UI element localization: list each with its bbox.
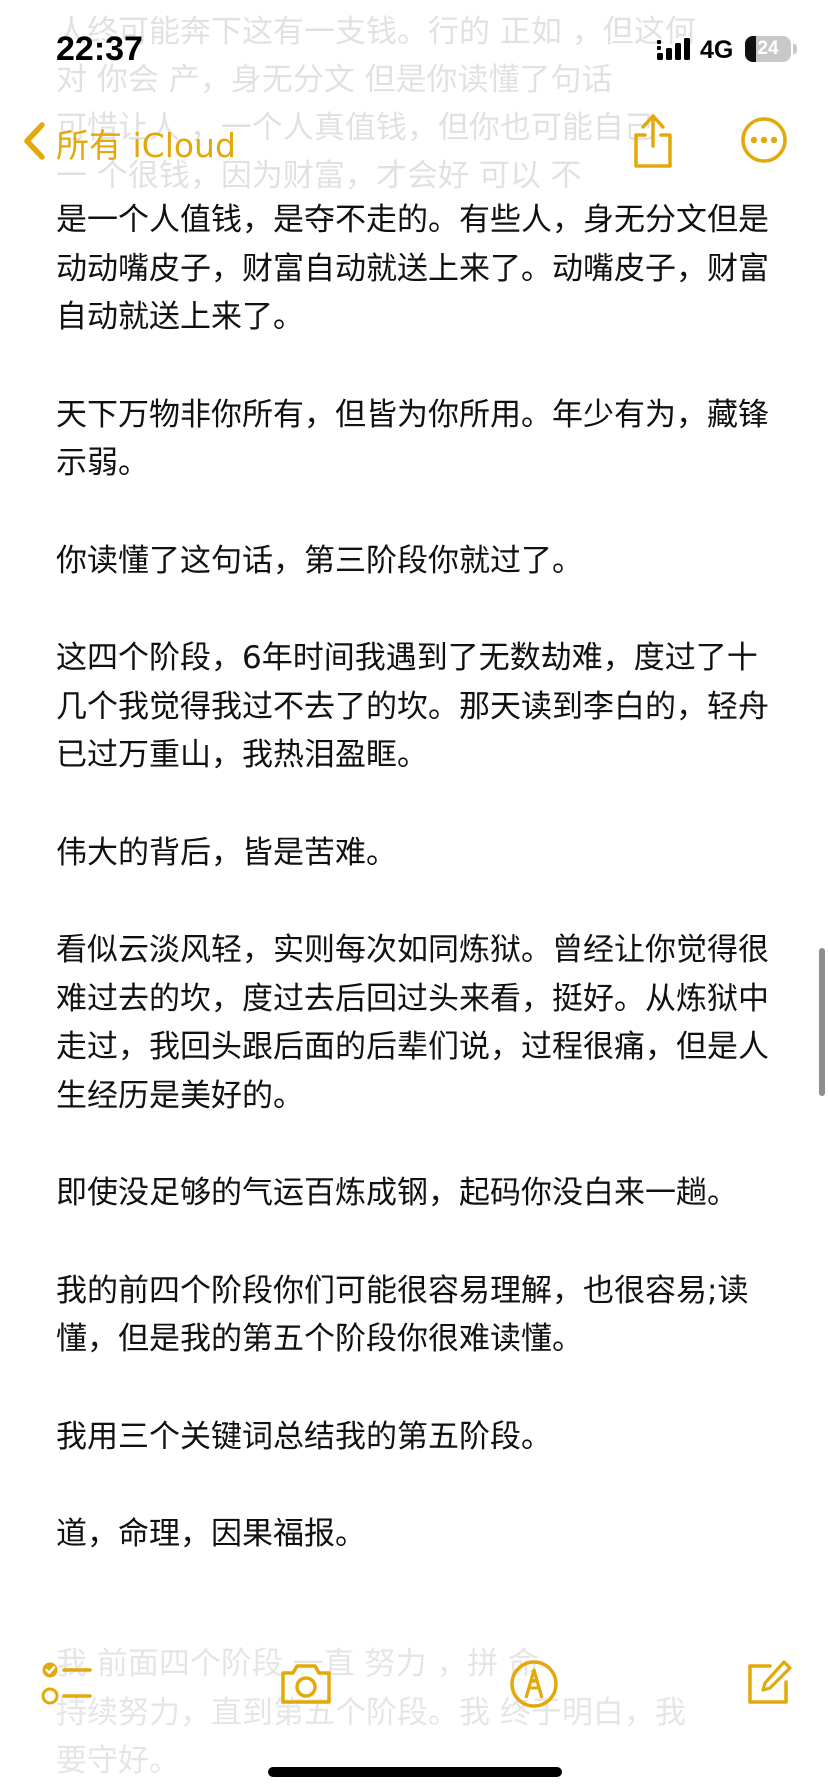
note-body[interactable]: 是一个人值钱，是夺不走的。有些人，身无分文但是动动嘴皮子，财富自动就送上来了。动… xyxy=(56,196,784,1608)
status-bar: 22:37 4G 24 xyxy=(0,0,828,100)
chevron-left-icon xyxy=(22,121,46,165)
note-paragraph: 天下万物非你所有，但皆为你所用。年少有为，藏锋示弱。 xyxy=(56,396,769,482)
checklist-icon xyxy=(40,1662,96,1716)
camera-icon xyxy=(278,1664,334,1716)
camera-button[interactable] xyxy=(278,1656,334,1712)
share-button[interactable] xyxy=(630,110,676,170)
home-indicator[interactable] xyxy=(268,1767,562,1777)
battery-percentage: 24 xyxy=(757,38,779,59)
note-paragraph: 即使没足够的气运百炼成钢，起码你没白来一趟。 xyxy=(56,1175,738,1211)
note-paragraph: 我的前四个阶段你们可能很容易理解，也很容易;读懂，但是我的第五个阶段你很难读懂。 xyxy=(56,1272,749,1358)
status-time: 22:37 xyxy=(56,30,143,68)
note-paragraph: 伟大的背后，皆是苦难。 xyxy=(56,834,397,871)
network-type: 4G xyxy=(700,36,734,64)
share-icon xyxy=(630,114,676,174)
markup-pen-icon xyxy=(506,1660,562,1716)
battery-cap xyxy=(793,44,797,54)
more-ellipsis-icon xyxy=(740,117,788,168)
back-button-label: 所有 iCloud xyxy=(56,126,236,165)
note-paragraph: 看似云淡风轻，实则每次如同炼狱。曾经让你觉得很难过去的坎，度过去后回过头来看，挺… xyxy=(56,932,769,1114)
compose-icon xyxy=(740,1660,796,1716)
scroll-indicator[interactable] xyxy=(819,948,825,1096)
compose-note-button[interactable] xyxy=(740,1656,796,1712)
more-options-button[interactable] xyxy=(740,116,788,164)
scrolled-under-text-bottom: 我 前面四个阶段 一直 努力 ，拼 命 持续努力，直到第五个阶段。我 终于明白，… xyxy=(56,1646,686,1779)
note-paragraph: 是一个人值钱，是夺不走的。有些人，身无分文但是动动嘴皮子，财富自动就送上来了。动… xyxy=(56,202,769,335)
back-button[interactable]: 所有 iCloud xyxy=(22,118,236,168)
note-paragraph: 这四个阶段，6年时间我遇到了无数劫难，度过了十几个我觉得我过不去了的坎。那天读到… xyxy=(56,640,769,773)
battery-icon: 24 xyxy=(745,36,791,62)
note-paragraph: 道，命理，因果福报。 xyxy=(56,1516,366,1552)
markup-button[interactable] xyxy=(506,1656,562,1712)
cellular-signal-icon xyxy=(657,38,693,64)
note-paragraph: 你读懂了这句话，第三阶段你就过了。 xyxy=(56,542,583,579)
note-paragraph: 我用三个关键词总结我的第五阶段。 xyxy=(56,1418,552,1455)
navigation-bar: 所有 iCloud xyxy=(0,100,828,190)
checklist-button[interactable] xyxy=(40,1656,96,1712)
